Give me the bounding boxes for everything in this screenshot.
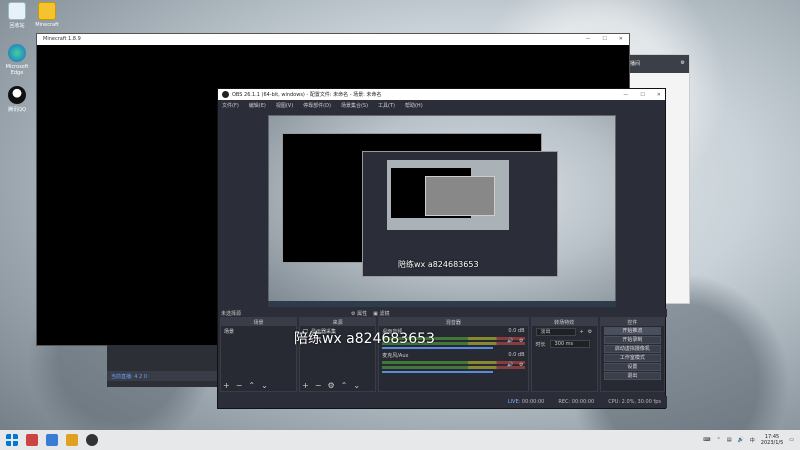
move-up-icon[interactable]: ⌃ bbox=[341, 381, 348, 390]
menu-tools[interactable]: 工具(T) bbox=[378, 102, 395, 109]
watermark-text: 陪练wx a824683653 bbox=[294, 331, 435, 347]
move-down-icon[interactable]: ⌄ bbox=[353, 381, 360, 390]
gear-icon[interactable]: ⚙ bbox=[588, 329, 592, 335]
remove-scene-button[interactable]: − bbox=[236, 381, 243, 390]
properties-button[interactable]: ⚙ 属性 bbox=[351, 310, 367, 317]
edge-icon bbox=[8, 44, 26, 62]
menu-help[interactable]: 帮助(H) bbox=[405, 102, 423, 109]
menu-edit[interactable]: 编辑(E) bbox=[249, 102, 266, 109]
desktop-icon-edge[interactable]: Microsoft Edge bbox=[4, 44, 30, 76]
maximize-icon[interactable]: ☐ bbox=[640, 92, 644, 98]
gear-icon[interactable]: ⚙ bbox=[519, 338, 523, 344]
start-recording-button[interactable]: 开始录制 bbox=[603, 336, 662, 344]
obs-preview[interactable]: 陪练wx a824683653 bbox=[268, 115, 616, 307]
background-obs-window: 当前直播: 4 2 0 bbox=[107, 345, 227, 387]
obs-title-bar[interactable]: OBS 26.1.1 (64-bit, windows) - 配置文件: 未命名… bbox=[218, 89, 665, 100]
ime-icon[interactable]: 中 bbox=[750, 437, 755, 444]
volume-icon[interactable]: 🔊 bbox=[738, 437, 744, 443]
taskbar-app-icon[interactable] bbox=[66, 434, 78, 446]
close-icon[interactable]: ✕ bbox=[657, 92, 661, 98]
taskbar: ⌨ ⌃ ▤ 🔊 中 17:45 2023/1/5 ▭ bbox=[0, 430, 800, 450]
scene-item[interactable]: 场景 bbox=[221, 326, 296, 337]
speaker-icon[interactable]: 🔊 bbox=[507, 362, 513, 368]
add-source-button[interactable]: + bbox=[302, 381, 309, 390]
obs-taskbar-icon[interactable] bbox=[86, 434, 98, 446]
start-virtual-camera-button[interactable]: 启动虚拟摄像机 bbox=[603, 345, 662, 353]
obs-status-bar: LIVE: 00:00:00 REC: 00:00:00 CPU: 2.0%, … bbox=[218, 396, 667, 408]
menu-scene-collection[interactable]: 场景集合(S) bbox=[341, 102, 368, 109]
source-settings-icon[interactable]: ⚙ bbox=[328, 381, 335, 390]
minimize-icon[interactable]: — bbox=[623, 92, 628, 98]
qq-icon bbox=[8, 86, 26, 104]
system-tray: ⌨ ⌃ ▤ 🔊 中 17:45 2023/1/5 ▭ bbox=[703, 434, 794, 446]
duration-input[interactable]: 300 ms bbox=[549, 340, 590, 348]
preview-taskbar bbox=[268, 301, 616, 307]
mixer-row-mic: 麦克风/Aux 0.0 dB 🔊 ⚙ bbox=[379, 350, 527, 374]
exit-button[interactable]: 退出 bbox=[603, 372, 662, 380]
desktop-icon-recycle-bin[interactable]: 回收站 bbox=[4, 2, 30, 29]
maximize-icon[interactable]: ☐ bbox=[602, 36, 606, 43]
gear-icon[interactable]: ⚙ bbox=[681, 60, 685, 68]
volume-slider[interactable] bbox=[382, 371, 494, 373]
windows-start-icon[interactable] bbox=[6, 434, 18, 446]
preview-watermark: 陪练wx a824683653 bbox=[398, 260, 479, 269]
desktop-icon-qq[interactable]: 腾讯QQ bbox=[4, 86, 30, 113]
start-streaming-button[interactable]: 开始推流 bbox=[603, 327, 662, 335]
desktop-icon-app[interactable]: Minecraft bbox=[34, 2, 60, 28]
move-down-icon[interactable]: ⌄ bbox=[261, 381, 268, 390]
network-icon[interactable]: ▤ bbox=[727, 437, 732, 443]
move-up-icon[interactable]: ⌃ bbox=[248, 381, 255, 390]
scenes-panel: 场景 场景 + − ⌃ ⌄ bbox=[220, 317, 298, 392]
transition-select[interactable]: 淡出 bbox=[535, 328, 576, 336]
close-icon[interactable]: ✕ bbox=[619, 36, 623, 43]
controls-panel: 控件 开始推流 开始录制 启动虚拟摄像机 工作室模式 设置 退出 bbox=[599, 317, 666, 392]
chevron-up-icon[interactable]: ⌃ bbox=[717, 437, 721, 443]
add-scene-button[interactable]: + bbox=[223, 381, 230, 390]
studio-mode-button[interactable]: 工作室模式 bbox=[603, 354, 662, 362]
minimize-icon[interactable]: — bbox=[585, 36, 590, 43]
minecraft-title-bar[interactable]: Minecraft 1.8.9 — ☐ ✕ bbox=[37, 34, 629, 45]
menu-file[interactable]: 文件(F) bbox=[222, 102, 239, 109]
filters-button[interactable]: ▣ 滤镜 bbox=[373, 310, 389, 317]
menu-docks[interactable]: 停靠部件(D) bbox=[303, 102, 331, 109]
obs-menu-bar: 文件(F) 编辑(E) 视图(V) 停靠部件(D) 场景集合(S) 工具(T) … bbox=[218, 100, 665, 110]
app-icon bbox=[38, 2, 56, 20]
add-transition-icon[interactable]: + bbox=[580, 329, 584, 335]
speaker-icon[interactable]: 🔊 bbox=[507, 338, 513, 344]
no-source-label: 未选择源 bbox=[221, 311, 242, 317]
obs-logo-icon bbox=[222, 91, 229, 98]
volume-meter bbox=[382, 361, 525, 364]
remove-source-button[interactable]: − bbox=[315, 381, 322, 390]
notification-icon[interactable]: ▭ bbox=[789, 437, 794, 443]
volume-meter bbox=[382, 366, 525, 369]
taskbar-app-icon[interactable] bbox=[46, 434, 58, 446]
keyboard-icon[interactable]: ⌨ bbox=[703, 437, 710, 443]
recycle-bin-icon bbox=[8, 2, 26, 20]
settings-button[interactable]: 设置 bbox=[603, 363, 662, 371]
obs-window[interactable]: OBS 26.1.1 (64-bit, windows) - 配置文件: 未命名… bbox=[217, 88, 667, 409]
gear-icon[interactable]: ⚙ bbox=[519, 362, 523, 368]
obs-dock-row: 场景 场景 + − ⌃ ⌄ 来源 🖵 显示器采集 + − ⚙ ⌃ ⌄ 混音器 桌… bbox=[218, 317, 667, 392]
menu-view[interactable]: 视图(V) bbox=[276, 102, 293, 109]
transitions-panel: 转场特效 淡出 + ⚙ 时长 300 ms bbox=[530, 317, 598, 392]
clock[interactable]: 17:45 2023/1/5 bbox=[761, 434, 783, 446]
taskbar-app-icon[interactable] bbox=[26, 434, 38, 446]
